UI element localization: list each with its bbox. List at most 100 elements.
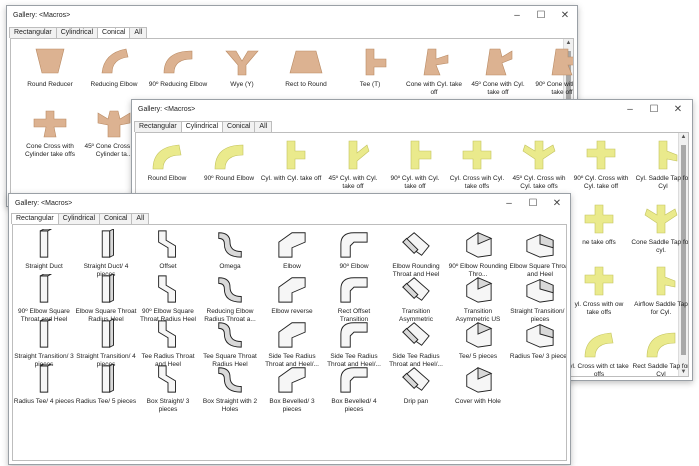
maximize-icon[interactable]: ☐ [521, 197, 545, 211]
rectangular-item[interactable]: Drip pan [385, 364, 447, 406]
rectangular-item[interactable]: Omega [199, 229, 261, 271]
title-bar[interactable]: Gallery: <Macros> – ☐ ✕ [132, 100, 692, 120]
rectangular-item[interactable]: Radius Tee/ 5 pieces [75, 363, 137, 406]
conical-item[interactable]: 90º Reducing Elbow [147, 45, 209, 89]
conical-item[interactable]: 45º Cone with Cyl. take off [467, 45, 529, 97]
cylindrical-side-item[interactable]: yl. Cross with ct take offs [568, 327, 630, 377]
cover-hole-icon [447, 364, 509, 396]
minimize-icon[interactable]: – [497, 197, 521, 211]
cylindrical-side-item[interactable]: Cone Saddle Tap for cyl. [630, 203, 688, 255]
cylindrical-item[interactable]: 45º Cyl. with Cyl. take off [322, 139, 384, 191]
cylindrical-side-item[interactable]: ne take offs [568, 203, 630, 247]
cylindrical-side-item[interactable]: yl. Cross with ow take offs [568, 265, 630, 317]
rectangular-item[interactable]: Side Tee Radius Throat and Heel/... [323, 319, 385, 369]
cylindrical-item[interactable]: 90º Cyl. with Cyl. take off [384, 139, 446, 191]
rectangular-item[interactable]: Side Tee Radius Throat and Heel/... [385, 319, 447, 369]
cylindrical-item[interactable]: 90º Cyl. Cross with Cyl. take off [570, 139, 632, 191]
tab-cylindrical[interactable]: Cylindrical [180, 121, 224, 132]
rectangular-item[interactable]: Cover with Hole [447, 364, 509, 406]
cylindrical-side-item[interactable]: Airflow Saddle Tap for Cyl. [630, 265, 688, 317]
title-bar[interactable]: Gallery: <Macros> – ☐ ✕ [9, 194, 570, 214]
conical-item[interactable]: Round Reducer [19, 45, 81, 89]
conical-item[interactable]: Cone with Cyl. take off [403, 45, 465, 97]
minimize-icon[interactable]: – [618, 103, 642, 117]
rectangular-item[interactable]: Straight Duct/ 4 pieces [75, 228, 137, 279]
window-title: Gallery: <Macros> [15, 200, 73, 207]
rectangular-item[interactable]: Straight Transition/ 4 pieces [75, 318, 137, 369]
close-icon[interactable]: ✕ [545, 197, 569, 211]
rectangular-item[interactable]: Box Straight with 2 Holes [199, 364, 261, 414]
conical-item[interactable]: Reducing Elbow [83, 45, 145, 89]
straight-duct-icon [13, 228, 75, 261]
gallery-item-label: yl. Cross with ct take offs [569, 363, 629, 377]
rectangular-item[interactable]: Straight Duct [13, 228, 75, 271]
tab-rectangular[interactable]: Rectangular [9, 27, 57, 38]
conical-item[interactable]: Tee (T) [339, 45, 401, 89]
rectangular-item[interactable]: Elbow Rounding Throat and Heel [385, 229, 447, 279]
rectangular-item[interactable]: Elbow Square Throat and Heel [509, 229, 566, 279]
rectangular-item[interactable]: Radius Tee/ 4 pieces [13, 363, 75, 406]
rectangular-item[interactable]: 90º Elbow [323, 229, 385, 271]
rectangular-item[interactable]: Box Bevelled/ 3 pieces [261, 364, 323, 414]
rectangular-item[interactable]: Box Straight/ 3 pieces [137, 364, 199, 414]
tee-5-icon [447, 319, 509, 351]
cylindrical-item[interactable]: Cyl. Cross wih Cyl. take offs [446, 139, 508, 191]
rectangular-item[interactable]: Tee/ 5 pieces [447, 319, 509, 361]
cylindrical-side-item[interactable]: Rect Saddle Tap for Cyl [630, 327, 688, 376]
rectangular-item[interactable]: Transition Asymmetric [385, 274, 447, 324]
tab-all[interactable]: All [254, 121, 273, 132]
gallery-item-label: Cone Cross with Cylinder take offs [24, 143, 76, 158]
cylindrical-item[interactable]: 45º Cyl. Cross wih Cyl. take offs [508, 139, 570, 191]
tab-all[interactable]: All [129, 27, 148, 38]
tab-cylindrical[interactable]: Cylindrical [55, 27, 99, 38]
rectangular-item[interactable]: Box Bevelled/ 4 pieces [323, 364, 385, 414]
conical-item[interactable]: Cone Cross with Cylinder take offs [19, 107, 81, 159]
elbow-square-icon [509, 229, 566, 261]
conical-item[interactable]: Wye (Y) [211, 45, 273, 89]
gallery-item-label: Straight Duct [25, 263, 63, 270]
gallery-item-label: 90º Round Elbow [203, 175, 255, 182]
cylindrical-item[interactable]: Round Elbow [136, 139, 198, 183]
gallery-item-label: Radius Tee/ 5 pieces [75, 398, 137, 405]
title-bar[interactable]: Gallery: <Macros> – ☐ ✕ [7, 6, 577, 26]
tab-conical[interactable]: Conical [99, 213, 133, 224]
gallery-item-label: Drip pan [403, 398, 429, 405]
minimize-icon[interactable]: – [505, 9, 529, 23]
close-icon[interactable]: ✕ [553, 9, 577, 23]
wye-icon [211, 45, 273, 79]
rectangular-item[interactable]: Straight Transition/ 3 pieces [13, 318, 75, 369]
tab-conical[interactable]: Conical [222, 121, 256, 132]
rectangular-item[interactable]: Straight Transition/ 2 pieces [509, 274, 566, 324]
gallery-item-label: Radius Tee/ 3 pieces [509, 353, 567, 360]
tab-rectangular[interactable]: Rectangular [134, 121, 182, 132]
close-icon[interactable]: ✕ [666, 103, 690, 117]
rectangular-item[interactable]: Tee Square Throat Radius Heel [199, 319, 261, 369]
tab-conical[interactable]: Conical [97, 27, 131, 38]
maximize-icon[interactable]: ☐ [529, 9, 553, 23]
rectangular-item[interactable]: Transition Asymmetric US [447, 274, 509, 324]
rectangular-item[interactable]: 90º Elbow Square Throat Radius Heel [137, 274, 199, 324]
rectangular-item[interactable]: 90º Elbow Rounding Thro... [447, 229, 509, 279]
conical-item[interactable]: Rect to Round [275, 45, 337, 89]
rectangular-item[interactable]: Radius Tee/ 3 pieces [509, 319, 567, 361]
rectangular-item[interactable]: Elbow reverse [261, 274, 323, 316]
rectangular-item[interactable]: Reducing Elbow Radius Throat a... [199, 274, 261, 324]
tab-rectangular[interactable]: Rectangular [11, 213, 59, 224]
window-title: Gallery: <Macros> [138, 106, 196, 113]
cylindrical-item[interactable]: Cyl. with Cyl. take off [260, 139, 322, 183]
gallery-item-label: Tee (T) [359, 81, 381, 88]
rectangular-item[interactable]: 90º Elbow Square Throat and Heel [13, 273, 75, 324]
rectangular-item[interactable]: Offset [137, 229, 199, 271]
rectangular-item[interactable]: Rect Offset Transition [323, 274, 385, 324]
conical-item[interactable]: 90º Cone with Cyl. take off [531, 45, 573, 97]
rectangular-item[interactable]: Elbow [261, 229, 323, 271]
rectangular-item[interactable]: Elbow Square Throat Radius Heel [75, 273, 137, 324]
tab-cylindrical[interactable]: Cylindrical [57, 213, 101, 224]
tab-all[interactable]: All [131, 213, 150, 224]
gallery-item-label: Airflow Saddle Tap for Cyl. [634, 301, 688, 316]
cylindrical-item[interactable]: 90º Round Elbow [198, 139, 260, 183]
maximize-icon[interactable]: ☐ [642, 103, 666, 117]
rectangular-item[interactable]: Side Tee Radius Throat and Heel/... [261, 319, 323, 369]
rectangular-item[interactable]: Tee Radius Throat and Heel [137, 319, 199, 369]
cylindrical-item[interactable]: Cyl. Saddle Tap for Cyl [632, 139, 688, 191]
